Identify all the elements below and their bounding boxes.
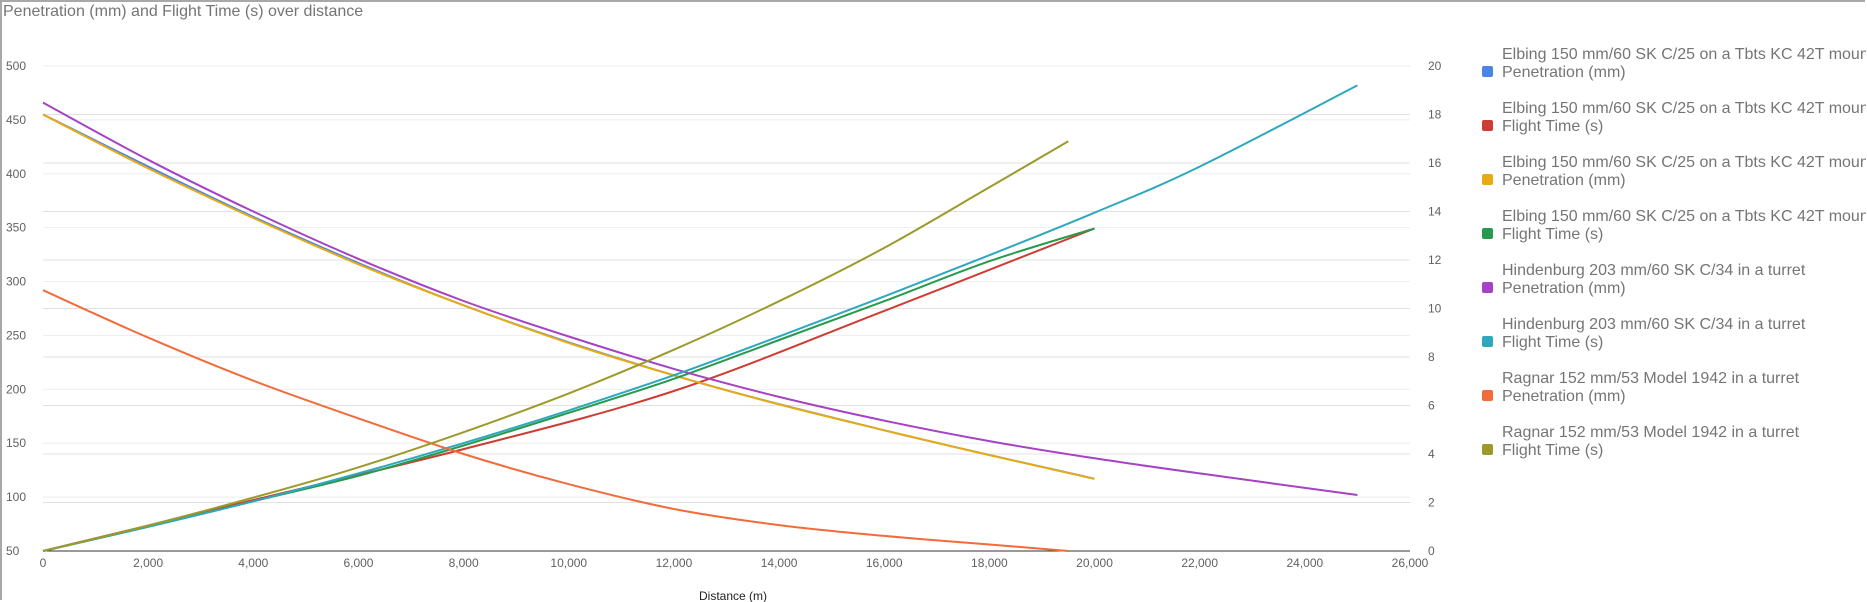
legend-series-name: Elbing 150 mm/60 SK C/25 on a Tbts KC 42… (1502, 100, 1866, 117)
legend-series-name: Elbing 150 mm/60 SK C/25 on a Tbts KC 42… (1502, 154, 1866, 171)
x-tick-label: 22,000 (1181, 556, 1218, 570)
y-left-tick-label: 500 (6, 59, 26, 73)
x-tick-label: 12,000 (656, 556, 693, 570)
y-right-tick-label: 16 (1428, 156, 1442, 170)
legend-item[interactable]: Ragnar 152 mm/53 Model 1942 in a turret P… (1480, 370, 1866, 424)
legend-series-metric: Flight Time (s) (1502, 334, 1604, 351)
y-right-tick-label: 8 (1428, 350, 1435, 364)
legend-item[interactable]: Elbing 150 mm/60 SK C/25 on a Tbts KC 42… (1480, 208, 1866, 262)
x-tick-label: 26,000 (1392, 556, 1429, 570)
legend-series-name: Hindenburg 203 mm/60 SK C/34 in a turret (1502, 262, 1806, 279)
y-left-tick-label: 150 (6, 436, 26, 450)
x-tick-label: 14,000 (761, 556, 798, 570)
legend-swatch (1482, 336, 1493, 347)
x-tick-label: 8,000 (449, 556, 479, 570)
legend: Elbing 150 mm/60 SK C/25 on a Tbts KC 42… (1480, 46, 1866, 478)
legend-series-metric: Flight Time (s) (1502, 226, 1604, 243)
legend-series-metric: Penetration (mm) (1502, 172, 1626, 189)
legend-item[interactable]: Hindenburg 203 mm/60 SK C/34 in a turret… (1480, 262, 1866, 316)
legend-series-name: Elbing 150 mm/60 SK C/25 on a Tbts KC 42… (1502, 46, 1866, 63)
legend-series-metric: Penetration (mm) (1502, 280, 1626, 297)
legend-item[interactable]: Elbing 150 mm/60 SK C/25 on a Tbts KC 42… (1480, 100, 1866, 154)
x-tick-label: 20,000 (1076, 556, 1113, 570)
y-right-tick-label: 18 (1428, 108, 1442, 122)
series-line-2 (42, 113, 1095, 480)
y-left-tick-label: 200 (6, 382, 26, 396)
y-left-tick-label: 100 (6, 490, 26, 504)
y-right-tick-label: 0 (1428, 544, 1435, 558)
legend-swatch (1482, 444, 1493, 455)
legend-item[interactable]: Elbing 150 mm/60 SK C/25 on a Tbts KC 42… (1480, 154, 1866, 208)
y-right-tick-label: 10 (1428, 302, 1442, 316)
series-line-4 (42, 101, 1358, 496)
y-right-tick-label: 6 (1428, 399, 1435, 413)
legend-series-name: Elbing 150 mm/60 SK C/25 on a Tbts KC 42… (1502, 208, 1866, 225)
x-tick-label: 16,000 (866, 556, 903, 570)
y-left-tick-label: 350 (6, 221, 26, 235)
legend-series-metric: Penetration (mm) (1502, 388, 1626, 405)
x-tick-label: 2,000 (133, 556, 163, 570)
legend-swatch (1482, 120, 1493, 131)
legend-swatch (1482, 390, 1493, 401)
x-tick-label: 10,000 (550, 556, 587, 570)
legend-item[interactable]: Elbing 150 mm/60 SK C/25 on a Tbts KC 42… (1480, 46, 1866, 100)
legend-series-name: Ragnar 152 mm/53 Model 1942 in a turret (1502, 370, 1800, 387)
x-tick-label: 4,000 (238, 556, 268, 570)
legend-swatch (1482, 282, 1493, 293)
x-tick-label: 6,000 (343, 556, 373, 570)
y-right-tick-label: 12 (1428, 253, 1442, 267)
legend-swatch (1482, 66, 1493, 77)
legend-series-metric: Flight Time (s) (1502, 442, 1604, 459)
y-right-tick-label: 2 (1428, 496, 1435, 510)
series-lines (42, 84, 1358, 552)
legend-item[interactable]: Ragnar 152 mm/53 Model 1942 in a turret F… (1480, 424, 1866, 478)
y-left-tick-label: 300 (6, 275, 26, 289)
x-tick-label: 24,000 (1286, 556, 1323, 570)
legend-series-name: Hindenburg 203 mm/60 SK C/34 in a turret (1502, 316, 1806, 333)
x-tick-label: 0 (40, 556, 47, 570)
legend-swatch (1482, 228, 1493, 239)
legend-series-metric: Flight Time (s) (1502, 118, 1604, 135)
legend-series-name: Ragnar 152 mm/53 Model 1942 in a turret (1502, 424, 1800, 441)
series-line-5 (42, 84, 1358, 552)
series-line-0 (42, 113, 1095, 480)
legend-item[interactable]: Hindenburg 203 mm/60 SK C/34 in a turret… (1480, 316, 1866, 370)
legend-swatch (1482, 174, 1493, 185)
legend-series-metric: Penetration (mm) (1502, 64, 1626, 81)
y-right-tick-label: 4 (1428, 447, 1435, 461)
axes: 5010015020025030035040045050002468101214… (6, 59, 1442, 570)
y-left-tick-label: 50 (6, 544, 20, 558)
y-left-tick-label: 400 (6, 167, 26, 181)
y-left-tick-label: 250 (6, 328, 26, 342)
x-tick-label: 18,000 (971, 556, 1008, 570)
x-axis-title: Distance (m) (699, 589, 767, 602)
grid (43, 65, 1410, 552)
y-right-tick-label: 14 (1428, 205, 1442, 219)
y-left-tick-label: 450 (6, 113, 26, 127)
y-right-tick-label: 20 (1428, 59, 1442, 73)
series-line-7 (42, 140, 1069, 552)
